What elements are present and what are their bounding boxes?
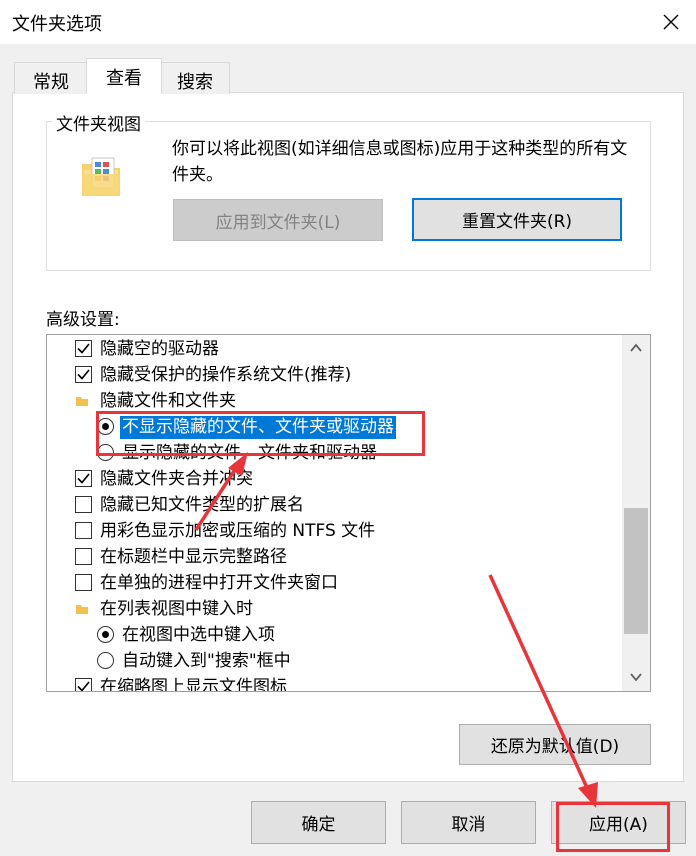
annotation-arrow <box>194 467 238 531</box>
annotation-arrowhead <box>578 782 598 808</box>
annotation-arrow <box>488 574 590 791</box>
tab-view[interactable]: 查看 <box>86 58 162 94</box>
annotation-arrowhead <box>228 452 248 476</box>
annotation-arrows <box>194 452 598 808</box>
